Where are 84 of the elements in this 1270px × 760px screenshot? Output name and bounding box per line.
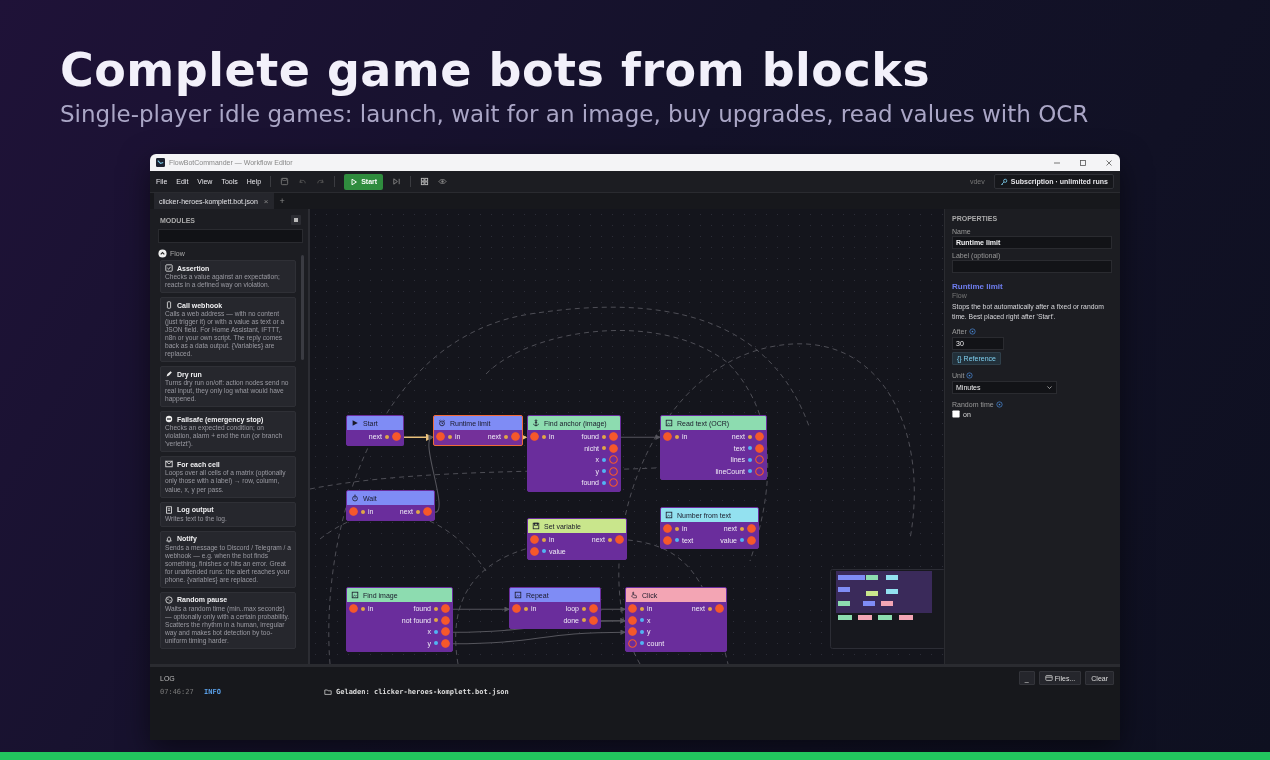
port-circle[interactable]: [609, 466, 618, 476]
port-circle[interactable]: [715, 604, 724, 614]
port-circle[interactable]: [392, 432, 401, 442]
port-circle[interactable]: [663, 524, 672, 534]
port-circle[interactable]: [436, 432, 445, 442]
undo-icon[interactable]: [298, 177, 308, 186]
frame-icon: [665, 419, 673, 427]
port-circle[interactable]: [441, 627, 450, 637]
port-circle[interactable]: [530, 432, 539, 442]
phone-icon: [165, 301, 173, 310]
port-circle[interactable]: [609, 432, 618, 442]
port-circle[interactable]: [747, 524, 756, 534]
port-circle[interactable]: [441, 604, 450, 614]
port-circle[interactable]: [615, 535, 624, 545]
checkbox[interactable]: [952, 410, 960, 419]
anchor-icon: [532, 419, 540, 427]
connector-line: [452, 606, 510, 612]
port-circle[interactable]: [441, 638, 450, 648]
port-circle[interactable]: [609, 478, 618, 488]
port-circle[interactable]: [609, 443, 618, 453]
save-icon[interactable]: [280, 177, 290, 186]
module-card[interactable]: [160, 530, 296, 588]
chevron-up-icon[interactable]: [158, 249, 167, 258]
connector-line: [600, 606, 626, 612]
port-circle[interactable]: [628, 638, 637, 648]
label-field[interactable]: [952, 260, 1112, 273]
port-circle[interactable]: [589, 604, 598, 614]
port-circle[interactable]: [530, 535, 539, 545]
checkbox-icon: [165, 264, 173, 272]
port-circle[interactable]: [441, 615, 450, 625]
grid-icon[interactable]: [420, 177, 430, 186]
frame-icon: [514, 591, 522, 599]
envelope-icon: [165, 460, 173, 469]
chevron-down-icon: [1046, 384, 1053, 392]
module-card[interactable]: [160, 297, 296, 363]
port-circle[interactable]: [349, 604, 358, 614]
app-icon: [156, 158, 165, 167]
port-circle[interactable]: [755, 466, 764, 476]
play-icon: [351, 419, 359, 427]
close-icon[interactable]: [1104, 157, 1114, 168]
minimap-drawing[interactable]: [830, 569, 944, 649]
redo-icon[interactable]: [316, 177, 326, 186]
port-circle[interactable]: [349, 507, 358, 517]
alarm-clock-icon: [438, 419, 446, 427]
port-circle[interactable]: [511, 432, 520, 442]
search-field[interactable]: [158, 229, 303, 243]
frame-icon: [665, 511, 673, 519]
key-icon: [999, 177, 1008, 186]
tab-close-button[interactable]: ×: [263, 196, 269, 206]
info-icon[interactable]: [995, 401, 1003, 409]
port-circle[interactable]: [609, 455, 618, 465]
node-type-title: Runtime limit: [952, 282, 1003, 291]
eye-icon[interactable]: [438, 177, 448, 186]
pencil-icon: [165, 370, 173, 379]
port-circle[interactable]: [663, 432, 672, 442]
port-circle[interactable]: [512, 604, 521, 614]
floppy-icon: [532, 522, 540, 530]
connector-line: [620, 434, 661, 440]
port-circle[interactable]: [628, 627, 637, 637]
info-icon[interactable]: [968, 328, 976, 336]
frame-icon: [351, 591, 359, 599]
port-circle[interactable]: [628, 604, 637, 614]
port-circle[interactable]: [755, 432, 764, 442]
page-subtitle: Single-player idle games: launch, wait for an image, buy upgrades, read values with OCR: [60, 100, 1090, 128]
port-circle[interactable]: [589, 615, 598, 625]
port-circle[interactable]: [530, 546, 539, 556]
port-circle[interactable]: [755, 443, 764, 453]
collapse-sidebar-button[interactable]: [291, 215, 301, 225]
port-circle[interactable]: [755, 455, 764, 465]
scrollbar[interactable]: [301, 255, 304, 360]
play-icon: [350, 177, 359, 186]
maximize-icon[interactable]: [1078, 157, 1088, 168]
step-icon[interactable]: [392, 177, 402, 186]
port-circle[interactable]: [663, 535, 672, 545]
stopwatch-icon: [351, 494, 359, 502]
info-icon[interactable]: [966, 372, 974, 380]
document-icon: [165, 505, 173, 514]
port-circle[interactable]: [747, 535, 756, 545]
bell-icon: [165, 534, 173, 543]
port-circle[interactable]: [423, 507, 432, 517]
new-tab-button[interactable]: +: [279, 196, 285, 206]
stop-icon: [165, 415, 173, 424]
page-heading: Complete game bots from blocks: [60, 44, 932, 96]
port-circle[interactable]: [628, 615, 637, 625]
